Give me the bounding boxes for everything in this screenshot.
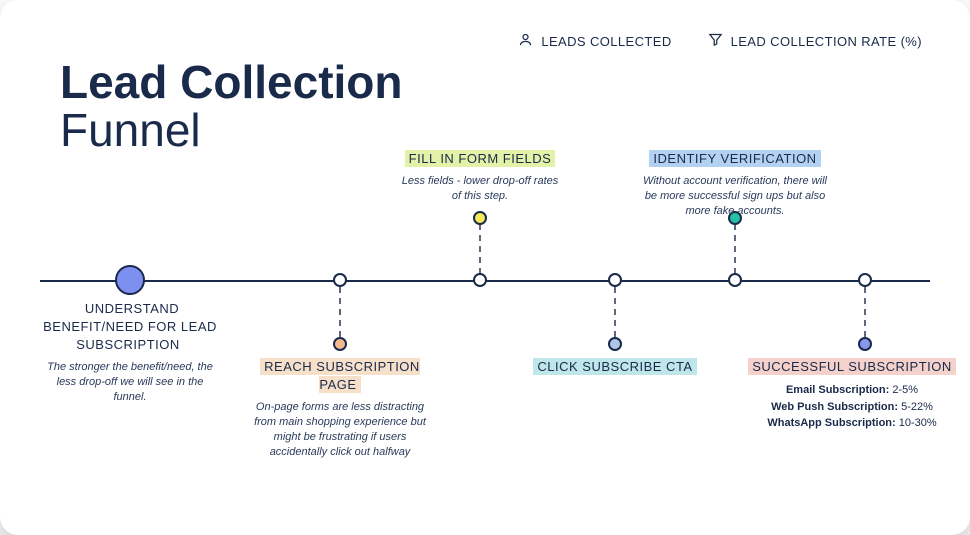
step6-bullets: Email Subscription: 2-5% Web Push Subscr… [747,382,957,432]
step3-axis-node [473,273,487,287]
legend-leads-text: LEADS COLLECTED [541,34,671,49]
step2-desc: On-page forms are less distracting from … [240,400,440,459]
diagram-card: LEADS COLLECTED LEAD COLLECTION RATE (%)… [0,0,970,535]
step4-dot [608,337,622,351]
step2-label: REACH SUBSCRIPTION PAGE On-page forms ar… [240,358,440,459]
step2-axis-node [333,273,347,287]
step3-dot [473,211,487,225]
step6-dash [864,287,866,337]
step5-desc: Without account verification, there will… [630,174,840,219]
funnel-icon [708,32,723,50]
step6-title: SUCCESSFUL SUBSCRIPTION [748,358,956,375]
title: Lead Collection Funnel [60,58,402,155]
legend: LEADS COLLECTED LEAD COLLECTION RATE (%) [518,32,922,50]
step4-axis-node [608,273,622,287]
legend-rate-text: LEAD COLLECTION RATE (%) [731,34,922,49]
title-line1: Lead Collection [60,58,402,106]
step1-label: UNDERSTAND BENEFIT/NEED FOR LEAD SUBSCRI… [40,300,220,405]
person-icon [518,32,533,50]
step4-label: CLICK SUBSCRIBE CTA [530,358,700,376]
step1-title: UNDERSTAND BENEFIT/NEED FOR LEAD SUBSCRI… [43,300,217,353]
step4-title: CLICK SUBSCRIBE CTA [533,358,696,375]
step6-axis-node [858,273,872,287]
step6-label: SUCCESSFUL SUBSCRIPTION Email Subscripti… [747,358,957,432]
step3-title: FILL IN FORM FIELDS [405,150,556,167]
step2-dash [339,287,341,337]
step5-axis-node [728,273,742,287]
step4-dash [614,287,616,337]
legend-leads: LEADS COLLECTED [518,32,671,50]
step2-title: REACH SUBSCRIPTION PAGE [260,358,420,393]
title-line2: Funnel [60,106,402,154]
step5-dash [734,224,736,274]
step3-dash [479,224,481,274]
step3-desc: Less fields - lower drop-off rates of th… [390,174,570,204]
step3-label: FILL IN FORM FIELDS Less fields - lower … [390,150,570,204]
step5-title: IDENTIFY VERIFICATION [649,150,820,167]
step1-desc: The stronger the benefit/need, the less … [40,360,220,405]
legend-rate: LEAD COLLECTION RATE (%) [708,32,922,50]
step5-label: IDENTIFY VERIFICATION Without account ve… [630,150,840,219]
step6-dot [858,337,872,351]
step2-dot [333,337,347,351]
step1-node [115,265,145,295]
